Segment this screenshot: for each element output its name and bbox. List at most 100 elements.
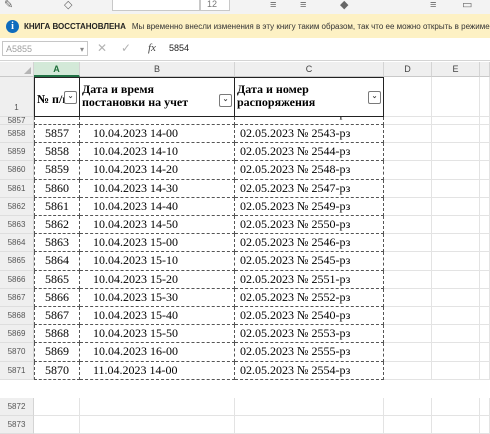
- empty-cell[interactable]: [432, 234, 480, 253]
- table-row-order[interactable]: 02.05.2023 № 2541-рз: [235, 117, 384, 125]
- empty-cell[interactable]: [384, 77, 432, 117]
- table-row-order[interactable]: 02.05.2023 № 2554-рз: [235, 361, 384, 380]
- empty-cell[interactable]: [432, 398, 480, 417]
- empty-cell[interactable]: [384, 343, 432, 362]
- row-header[interactable]: 5866: [0, 270, 34, 289]
- table-row-order[interactable]: 02.05.2023 № 2543-рз: [235, 125, 384, 144]
- empty-cell[interactable]: [384, 117, 432, 125]
- empty-cell[interactable]: [432, 197, 480, 216]
- empty-cell[interactable]: [384, 252, 432, 271]
- table-row-datetime[interactable]: 10.04.2023 14-20: [80, 161, 235, 180]
- empty-cell[interactable]: [384, 325, 432, 344]
- table-row-number[interactable]: 5859: [34, 161, 80, 180]
- header-cell-order[interactable]: Дата и номер распоряжения ⌄: [235, 77, 384, 117]
- row-header[interactable]: 5865: [0, 252, 34, 271]
- table-row-datetime[interactable]: 10.04.2023 14-40: [80, 197, 235, 216]
- formula-input[interactable]: 5854: [169, 41, 189, 56]
- table-row-order[interactable]: 02.05.2023 № 2540-рз: [235, 307, 384, 326]
- empty-cell[interactable]: [432, 288, 480, 307]
- table-row-datetime[interactable]: 10.04.2023 16-00: [80, 343, 235, 362]
- filter-dropdown-icon[interactable]: ⌄: [219, 94, 232, 107]
- column-header-a[interactable]: A: [34, 62, 80, 77]
- table-row-number[interactable]: 5868: [34, 325, 80, 344]
- empty-cell[interactable]: [384, 270, 432, 289]
- empty-cell[interactable]: [432, 361, 480, 380]
- empty-cell[interactable]: [80, 398, 235, 417]
- row-header[interactable]: 5861: [0, 179, 34, 198]
- empty-cell[interactable]: [480, 252, 490, 271]
- filter-dropdown-icon[interactable]: ⌄: [368, 91, 381, 104]
- empty-cell[interactable]: [384, 143, 432, 162]
- empty-cell[interactable]: [480, 416, 490, 434]
- table-row-number[interactable]: 5864: [34, 252, 80, 271]
- empty-cell[interactable]: [432, 216, 480, 235]
- name-box[interactable]: A5855 ▾: [2, 41, 88, 56]
- empty-cell[interactable]: [432, 416, 480, 434]
- table-row-number[interactable]: 5863: [34, 234, 80, 253]
- table-row-order[interactable]: 02.05.2023 № 2555-рз: [235, 343, 384, 362]
- row-header[interactable]: 5863: [0, 216, 34, 235]
- empty-cell[interactable]: [480, 343, 490, 362]
- font-color-icon[interactable]: ◇: [64, 0, 72, 11]
- row-header[interactable]: 5870: [0, 343, 34, 362]
- empty-cell[interactable]: [480, 234, 490, 253]
- table-row-number[interactable]: 5858: [34, 143, 80, 162]
- font-size-box[interactable]: 12: [200, 0, 230, 11]
- empty-cell[interactable]: [384, 216, 432, 235]
- table-row-datetime[interactable]: 11.04.2023 14-00: [80, 361, 235, 380]
- table-row-datetime[interactable]: 10.04.2023 15-50: [80, 325, 235, 344]
- insert-function-icon[interactable]: fx: [148, 41, 156, 56]
- table-row-number[interactable]: 5865: [34, 270, 80, 289]
- row-header[interactable]: 5873: [0, 416, 34, 434]
- empty-cell[interactable]: [432, 143, 480, 162]
- empty-cell[interactable]: [480, 361, 490, 380]
- row-header[interactable]: 5859: [0, 143, 34, 162]
- empty-cell[interactable]: [384, 361, 432, 380]
- column-header-d[interactable]: D: [384, 62, 432, 77]
- header-cell-datetime[interactable]: Дата и время постановки на учет ⌄: [80, 77, 235, 117]
- table-row-number[interactable]: 5857: [34, 125, 80, 144]
- empty-cell[interactable]: [384, 234, 432, 253]
- table-row-number[interactable]: 5869: [34, 343, 80, 362]
- row-header[interactable]: 5868: [0, 307, 34, 326]
- empty-cell[interactable]: [432, 270, 480, 289]
- table-row-order[interactable]: 02.05.2023 № 2551-рз: [235, 270, 384, 289]
- table-row-number[interactable]: 5856: [34, 117, 80, 125]
- table-row-order[interactable]: 02.05.2023 № 2547-рз: [235, 179, 384, 198]
- chevron-down-icon[interactable]: ▾: [80, 42, 84, 57]
- empty-cell[interactable]: [480, 117, 490, 125]
- row-header[interactable]: 5858: [0, 125, 34, 144]
- table-row-order[interactable]: 02.05.2023 № 2545-рз: [235, 252, 384, 271]
- column-header-f[interactable]: [480, 62, 490, 77]
- table-row-datetime[interactable]: 10.04.2023 15-20: [80, 270, 235, 289]
- fill-color-icon[interactable]: ◆: [340, 0, 348, 11]
- empty-cell[interactable]: [432, 125, 480, 144]
- table-row-order[interactable]: 02.05.2023 № 2552-рз: [235, 288, 384, 307]
- empty-cell[interactable]: [432, 161, 480, 180]
- table-row-number[interactable]: 5862: [34, 216, 80, 235]
- empty-cell[interactable]: [480, 143, 490, 162]
- empty-cell[interactable]: [80, 416, 235, 434]
- table-row-order[interactable]: 02.05.2023 № 2544-рз: [235, 143, 384, 162]
- empty-cell[interactable]: [384, 125, 432, 144]
- table-row-datetime[interactable]: 10.04.2023 15-40: [80, 307, 235, 326]
- empty-cell[interactable]: [384, 398, 432, 417]
- empty-cell[interactable]: [480, 270, 490, 289]
- empty-cell[interactable]: [432, 117, 480, 125]
- empty-cell[interactable]: [384, 179, 432, 198]
- empty-cell[interactable]: [384, 197, 432, 216]
- empty-cell[interactable]: [480, 77, 490, 117]
- table-row-number[interactable]: 5861: [34, 197, 80, 216]
- table-row-datetime[interactable]: 10.04.2023 15-10: [80, 252, 235, 271]
- select-all-button[interactable]: [0, 62, 34, 77]
- align-left-icon[interactable]: ≡: [270, 0, 276, 11]
- row-header[interactable]: 5864: [0, 234, 34, 253]
- table-row-datetime[interactable]: 10.04.2023 15-30: [80, 288, 235, 307]
- empty-cell[interactable]: [432, 77, 480, 117]
- empty-cell[interactable]: [480, 216, 490, 235]
- column-header-b[interactable]: B: [80, 62, 235, 77]
- empty-cell[interactable]: [384, 307, 432, 326]
- empty-cell[interactable]: [384, 161, 432, 180]
- align-right-icon[interactable]: ≡: [430, 0, 436, 11]
- table-row-order[interactable]: 02.05.2023 № 2546-рз: [235, 234, 384, 253]
